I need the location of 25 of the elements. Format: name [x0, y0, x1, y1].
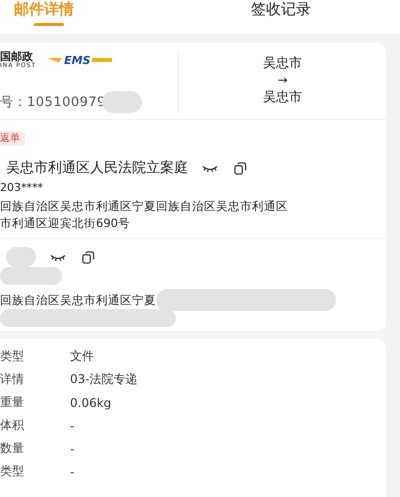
detail-value: 文件 — [70, 348, 94, 365]
detail-label: 类型 — [0, 348, 25, 365]
brand-name: 国邮政 — [0, 51, 33, 62]
detail-value: - — [70, 418, 74, 432]
destination-city: 吴忠市 — [263, 89, 302, 106]
receiver-address: 市利通区迎宾北街690号 — [0, 215, 131, 232]
route-arrow: → — [277, 72, 288, 89]
detail-label: 数量 — [0, 440, 25, 457]
detail-value: 03-法院专递 — [70, 371, 138, 388]
detail-label: 类型 — [0, 463, 25, 480]
sender-address: 回族自治区吴忠市利通区宁夏 — [0, 292, 156, 308]
detail-label: 重量 — [0, 394, 25, 411]
detail-value: 0.06kg — [70, 396, 112, 410]
receiver-name: 吴忠市利通区人民法院立案庭 — [6, 159, 188, 177]
ems-logo: EMS — [46, 54, 112, 66]
detail-label: 详情 — [0, 371, 25, 388]
receiver-address: 回族自治区吴忠市利通区宁夏回族自治区吴忠市利通区 — [0, 198, 289, 215]
receiver-phone: 203**** — [0, 181, 44, 194]
tracking-number: 号：105100979 — [0, 94, 106, 111]
detail-label: 体积 — [0, 417, 25, 434]
origin-city: 吴忠市 — [263, 55, 302, 72]
tab[interactable]: 签收记录 — [192, 0, 400, 34]
detail-value: - — [70, 442, 74, 456]
return-tag: 返单 — [0, 131, 25, 146]
detail-value: - — [70, 464, 74, 478]
